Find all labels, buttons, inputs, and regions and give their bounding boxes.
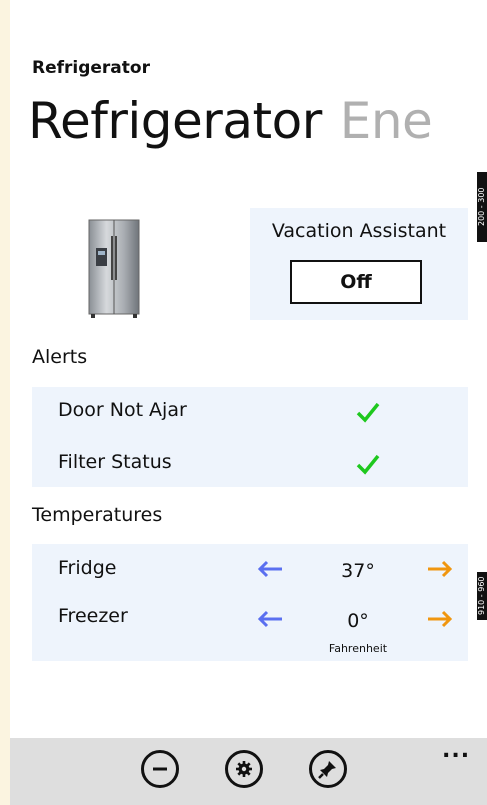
pivot-header: Refrigerator Ene xyxy=(28,92,433,150)
more-options-button[interactable]: ... xyxy=(442,738,470,763)
side-tag-top: 200 - 300 xyxy=(477,172,487,242)
freezer-temp-value: 0° xyxy=(347,610,369,632)
temp-fridge-label: Fridge xyxy=(58,557,117,579)
vacation-toggle-button[interactable]: Off xyxy=(290,260,422,304)
arrow-right-icon[interactable] xyxy=(426,610,454,628)
pivot-item-energy[interactable]: Ene xyxy=(340,92,433,150)
temperatures-panel: Fridge 37° Freezer 0° Fahrenheit xyxy=(32,544,468,661)
temperature-unit-label: Fahrenheit xyxy=(328,642,388,655)
side-tag-bottom: 910 - 960 xyxy=(477,572,487,620)
app-bar: ... xyxy=(10,738,487,805)
app-title: Refrigerator xyxy=(32,58,150,78)
app-window: Refrigerator Refrigerator Ene Vacation As… xyxy=(10,0,487,805)
arrow-right-icon[interactable] xyxy=(426,560,454,578)
gear-icon xyxy=(236,761,252,777)
alerts-panel: Door Not Ajar Filter Status xyxy=(32,387,468,487)
pivot-item-refrigerator[interactable]: Refrigerator xyxy=(28,92,322,150)
vacation-assistant-panel: Vacation Assistant Off xyxy=(250,208,468,320)
pin-icon xyxy=(318,761,336,779)
minus-icon xyxy=(153,767,167,771)
alert-door-label: Door Not Ajar xyxy=(58,399,187,421)
settings-button[interactable] xyxy=(225,750,263,788)
temperatures-heading: Temperatures xyxy=(32,504,163,526)
alerts-heading: Alerts xyxy=(32,346,88,368)
arrow-left-icon[interactable] xyxy=(256,610,284,628)
fridge-temp-value: 37° xyxy=(341,560,375,582)
check-icon xyxy=(356,454,380,475)
temp-freezer-label: Freezer xyxy=(58,605,128,627)
arrow-left-icon[interactable] xyxy=(256,560,284,578)
vacation-assistant-label: Vacation Assistant xyxy=(271,220,447,242)
refrigerator-image xyxy=(88,219,140,318)
check-icon xyxy=(356,402,380,423)
alert-filter-label: Filter Status xyxy=(58,451,172,473)
pin-button[interactable] xyxy=(309,750,347,788)
minus-button[interactable] xyxy=(141,750,179,788)
